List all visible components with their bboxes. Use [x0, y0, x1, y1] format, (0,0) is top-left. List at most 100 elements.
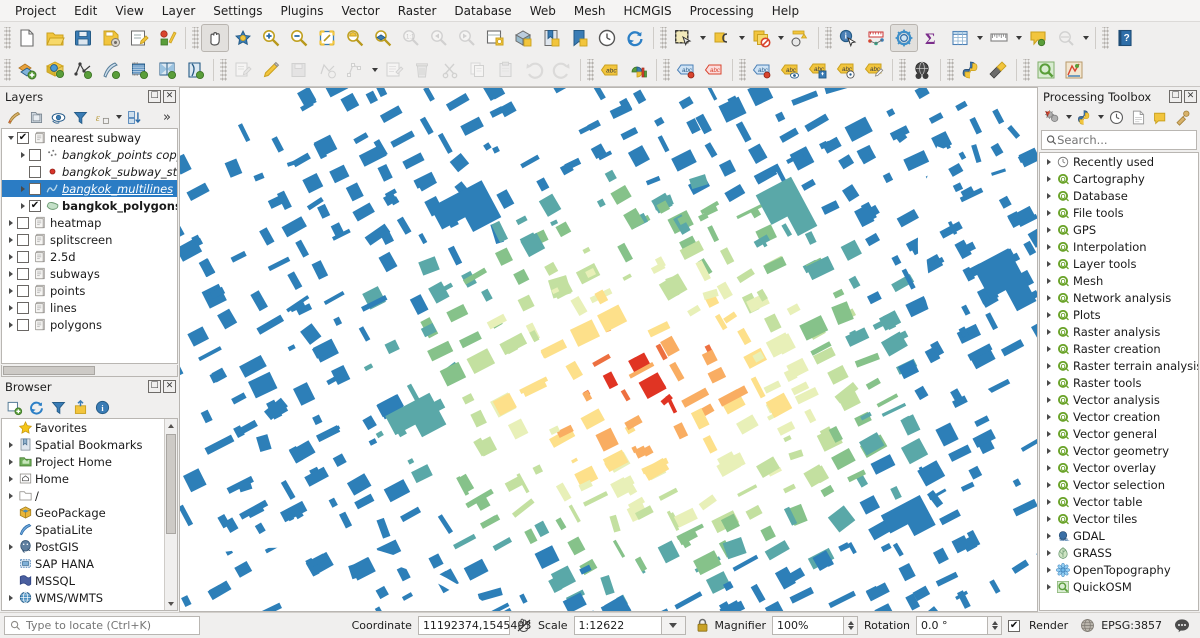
processing-group-raster-analysis[interactable]: Q Raster analysis — [1040, 323, 1198, 340]
chevron-right-icon[interactable] — [1042, 396, 1055, 403]
chevron-down-icon[interactable] — [1096, 107, 1105, 127]
history-button[interactable] — [1106, 107, 1127, 127]
menu-raster[interactable]: Raster — [389, 1, 446, 21]
processing-group-raster-tools[interactable]: Q Raster tools — [1040, 374, 1198, 391]
zoom-in-button[interactable] — [257, 24, 285, 52]
processing-group-vector-selection[interactable]: Q Vector selection — [1040, 476, 1198, 493]
crs-globe-icon[interactable] — [1080, 618, 1095, 633]
locator-input[interactable] — [26, 619, 194, 632]
chevron-right-icon[interactable] — [4, 321, 17, 328]
chevron-right-icon[interactable] — [1042, 430, 1055, 437]
chevron-right-icon[interactable] — [1042, 413, 1055, 420]
processing-group-raster-terrain-analysis[interactable]: Q Raster terrain analysis — [1040, 357, 1198, 374]
processing-group-raster-creation[interactable]: Q Raster creation — [1040, 340, 1198, 357]
chevron-down-icon[interactable] — [736, 24, 747, 52]
identify-results-button[interactable] — [786, 24, 814, 52]
map-canvas[interactable] — [179, 87, 1038, 612]
menu-processing[interactable]: Processing — [681, 1, 763, 21]
open-layer-styling-button[interactable] — [4, 107, 25, 127]
coordinate-field[interactable]: 11192374,1545493 — [417, 616, 531, 635]
browser-vertical-scrollbar[interactable] — [164, 419, 177, 610]
chevron-right-icon[interactable] — [16, 151, 29, 158]
add-delimited-text-layer-button[interactable] — [97, 56, 125, 84]
processing-group-vector-geometry[interactable]: Q Vector geometry — [1040, 442, 1198, 459]
osm-download-button[interactable] — [908, 56, 936, 84]
label-layer-button[interactable]: abc — [596, 56, 624, 84]
toolbar-grip[interactable] — [1023, 59, 1030, 81]
browser-item-postgis[interactable]: PostGIS — [2, 538, 163, 555]
measure-button[interactable] — [985, 24, 1013, 52]
layers-panel-close-button[interactable]: ✕ — [163, 90, 176, 103]
toolbar-grip[interactable] — [660, 27, 667, 49]
chevron-right-icon[interactable] — [4, 219, 17, 226]
processing-group-database[interactable]: Q Database — [1040, 187, 1198, 204]
edit-label-button[interactable]: abc — [860, 56, 888, 84]
chevron-right-icon[interactable] — [4, 475, 17, 482]
chevron-right-icon[interactable] — [1042, 158, 1055, 165]
magnifier-spinbox[interactable]: 100% — [772, 616, 859, 635]
statistical-summary-button[interactable]: Σ — [918, 24, 946, 52]
layer-item-bangkok-points-copy[interactable]: bangkok_points copy — [2, 146, 177, 163]
toolbar-grip[interactable] — [947, 59, 954, 81]
menu-vector[interactable]: Vector — [332, 1, 388, 21]
layer-visibility-checkbox[interactable] — [17, 267, 29, 280]
refresh-button[interactable] — [26, 397, 47, 417]
chevron-right-icon[interactable] — [1042, 294, 1055, 301]
toolbar-grip[interactable] — [899, 59, 906, 81]
browser-item-sap-hana[interactable]: SAP HANA — [2, 555, 163, 572]
attribute-table-button[interactable] — [946, 24, 974, 52]
menu-help[interactable]: Help — [763, 1, 808, 21]
browser-scroll-thumb[interactable] — [166, 434, 176, 534]
processing-group-mesh[interactable]: Q Mesh — [1040, 272, 1198, 289]
magnifier-spin-buttons[interactable] — [844, 616, 859, 635]
menu-database[interactable]: Database — [445, 1, 520, 21]
chevron-right-icon[interactable] — [1042, 209, 1055, 216]
processing-search-box[interactable] — [1041, 130, 1197, 150]
browser-item-project-home[interactable]: Project Home — [2, 453, 163, 470]
rotation-field[interactable]: 0.0 ° — [916, 616, 989, 635]
chevron-down-icon[interactable] — [4, 135, 17, 140]
enable-properties-button[interactable]: i — [92, 397, 113, 417]
move-label-button[interactable]: abc — [672, 56, 700, 84]
chevron-down-icon[interactable] — [369, 56, 380, 84]
new-3d-map-view-button[interactable] — [509, 24, 537, 52]
chevron-right-icon[interactable] — [4, 253, 17, 260]
layer-visibility-checkbox[interactable] — [29, 148, 41, 161]
chevron-right-icon[interactable] — [4, 458, 17, 465]
layer-item-nearest-subway[interactable]: ✔ nearest subway — [2, 129, 177, 146]
diagram-layer-button[interactable] — [624, 56, 652, 84]
layer-item-points[interactable]: points — [2, 282, 177, 299]
menu-view[interactable]: View — [106, 1, 152, 21]
chevron-right-icon[interactable] — [1042, 583, 1055, 590]
lock-scale-icon[interactable] — [696, 618, 709, 633]
measure-line-button[interactable] — [862, 24, 890, 52]
zoom-to-selection-button[interactable] — [341, 24, 369, 52]
render-checkbox[interactable]: ✔ — [1008, 619, 1021, 632]
new-map-view-button[interactable] — [481, 24, 509, 52]
python-script-button[interactable] — [1074, 107, 1095, 127]
chevron-right-icon[interactable] — [1042, 464, 1055, 471]
processing-search-input[interactable] — [1057, 133, 1192, 147]
chevron-down-icon[interactable] — [1080, 24, 1091, 52]
chevron-down-icon[interactable] — [1064, 107, 1073, 127]
layer-visibility-checkbox[interactable] — [29, 182, 41, 195]
layer-visibility-checkbox[interactable]: ✔ — [17, 131, 29, 144]
select-by-expression-button[interactable] — [708, 24, 736, 52]
messages-icon[interactable] — [1174, 618, 1190, 633]
processing-panel-float-button[interactable]: ☐ — [1169, 90, 1182, 103]
add-postgis-layer-button[interactable] — [125, 56, 153, 84]
options-button[interactable] — [1172, 107, 1193, 127]
chevron-right-icon[interactable] — [1042, 447, 1055, 454]
processing-group-file-tools[interactable]: Q File tools — [1040, 204, 1198, 221]
browser-item--[interactable]: / — [2, 487, 163, 504]
menu-mesh[interactable]: Mesh — [565, 1, 615, 21]
new-print-layout-button[interactable] — [125, 24, 153, 52]
quickosm-button[interactable] — [1032, 56, 1060, 84]
toolbar-grip[interactable] — [220, 59, 227, 81]
add-model-button[interactable] — [1150, 107, 1171, 127]
chevron-right-icon[interactable] — [1042, 379, 1055, 386]
add-vector-layer-button[interactable] — [13, 56, 41, 84]
add-group-button[interactable] — [26, 107, 47, 127]
processing-group-interpolation[interactable]: Q Interpolation — [1040, 238, 1198, 255]
toolbar-grip[interactable] — [4, 59, 11, 81]
